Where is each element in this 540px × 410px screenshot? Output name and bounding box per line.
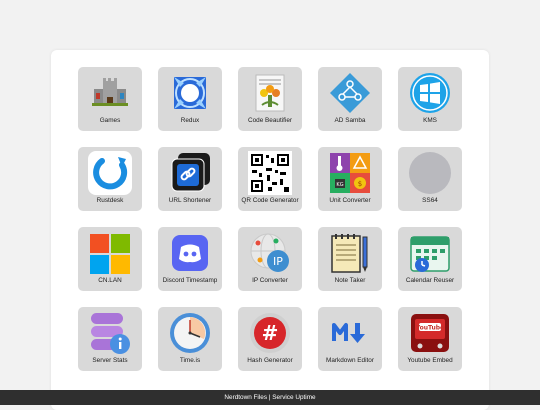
tile-label: Server Stats — [92, 357, 128, 364]
service-uptime-link[interactable]: Service Uptime — [272, 394, 315, 401]
footer-bar: Nerdtown Files | Service Uptime — [0, 390, 540, 405]
svg-text:YouTube: YouTube — [415, 325, 444, 332]
tile-label: Games — [99, 117, 121, 124]
tile-label: Unit Converter — [329, 197, 371, 204]
tile-label: URL Shortener — [168, 197, 212, 204]
ad-samba-icon — [328, 71, 372, 115]
tile-games[interactable]: Games — [78, 67, 142, 131]
qr-code-icon — [248, 151, 292, 195]
tile-url-shortener[interactable]: URL Shortener — [158, 147, 222, 211]
tile-label: CN.LAN — [98, 277, 122, 284]
tile-markdown-editor[interactable]: Markdown Editor — [318, 307, 382, 371]
discord-icon — [168, 231, 212, 275]
tile-label: Time.is — [179, 357, 201, 364]
tile-label: Hash Generator — [247, 357, 293, 364]
tile-server-stats[interactable]: Server Stats — [78, 307, 142, 371]
tile-cn-lan[interactable]: CN.LAN — [78, 227, 142, 291]
castle-icon — [88, 71, 132, 115]
tile-youtube-embed[interactable]: YouTube Youtube Embed — [398, 307, 462, 371]
tile-ss64[interactable]: SS64 — [398, 147, 462, 211]
tile-unit-converter[interactable]: KG $ Unit Converter — [318, 147, 382, 211]
redux-arrows-icon — [168, 71, 212, 115]
tile-hash-generator[interactable]: # Hash Generator — [238, 307, 302, 371]
link-icon — [168, 151, 212, 195]
app-grid: Games Redux Code Beautifier AD Samba KMS… — [78, 67, 462, 371]
svg-text:KG: KG — [336, 182, 343, 188]
tile-discord-timestamp[interactable]: Discord Timestamp — [158, 227, 222, 291]
tile-calendar-reuser[interactable]: Calendar Reuser — [398, 227, 462, 291]
svg-text:IP: IP — [273, 255, 283, 268]
tile-ad-samba[interactable]: AD Samba — [318, 67, 382, 131]
tile-label: Code Beautifier — [247, 117, 293, 124]
tile-label: Markdown Editor — [326, 357, 374, 364]
tile-kms[interactable]: KMS — [398, 67, 462, 131]
tile-note-taker[interactable]: Note Taker — [318, 227, 382, 291]
tile-label: IP Converter — [252, 277, 288, 284]
youtube-tv-icon: YouTube — [408, 311, 452, 355]
tile-label: Redux — [180, 117, 200, 124]
four-squares-icon — [88, 231, 132, 275]
rustdesk-icon — [88, 151, 132, 195]
windows-logo-icon — [408, 71, 452, 115]
tile-label: Note Taker — [334, 277, 366, 284]
tile-time-is[interactable]: Time.is — [158, 307, 222, 371]
unit-converter-icon: KG $ — [328, 151, 372, 195]
calendar-icon — [408, 231, 452, 275]
tile-qr-code-generator[interactable]: QR Code Generator — [238, 147, 302, 211]
nerdtown-files-link[interactable]: Nerdtown Files — [224, 394, 267, 401]
tile-code-beautifier[interactable]: Code Beautifier — [238, 67, 302, 131]
svg-text:$: $ — [358, 180, 362, 188]
tile-ip-converter[interactable]: IP IP Converter — [238, 227, 302, 291]
svg-text:#: # — [262, 321, 279, 345]
markdown-icon — [328, 311, 372, 355]
clock-icon — [168, 311, 212, 355]
tile-label: AD Samba — [334, 117, 366, 124]
tile-redux[interactable]: Redux — [158, 67, 222, 131]
ip-globe-icon: IP — [248, 231, 292, 275]
notepad-icon — [328, 231, 372, 275]
tile-label: QR Code Generator — [241, 197, 299, 204]
code-beautifier-icon — [248, 71, 292, 115]
tile-label: Calendar Reuser — [405, 277, 455, 284]
tile-label: Rustdesk — [96, 197, 124, 204]
tile-label: SS64 — [422, 197, 438, 204]
tile-label: Youtube Embed — [407, 357, 453, 364]
tile-rustdesk[interactable]: Rustdesk — [78, 147, 142, 211]
tile-label: Discord Timestamp — [162, 277, 218, 284]
hash-icon: # — [248, 311, 292, 355]
tile-label: KMS — [423, 117, 437, 124]
gray-circle-icon — [408, 151, 452, 195]
server-stats-icon — [88, 311, 132, 355]
